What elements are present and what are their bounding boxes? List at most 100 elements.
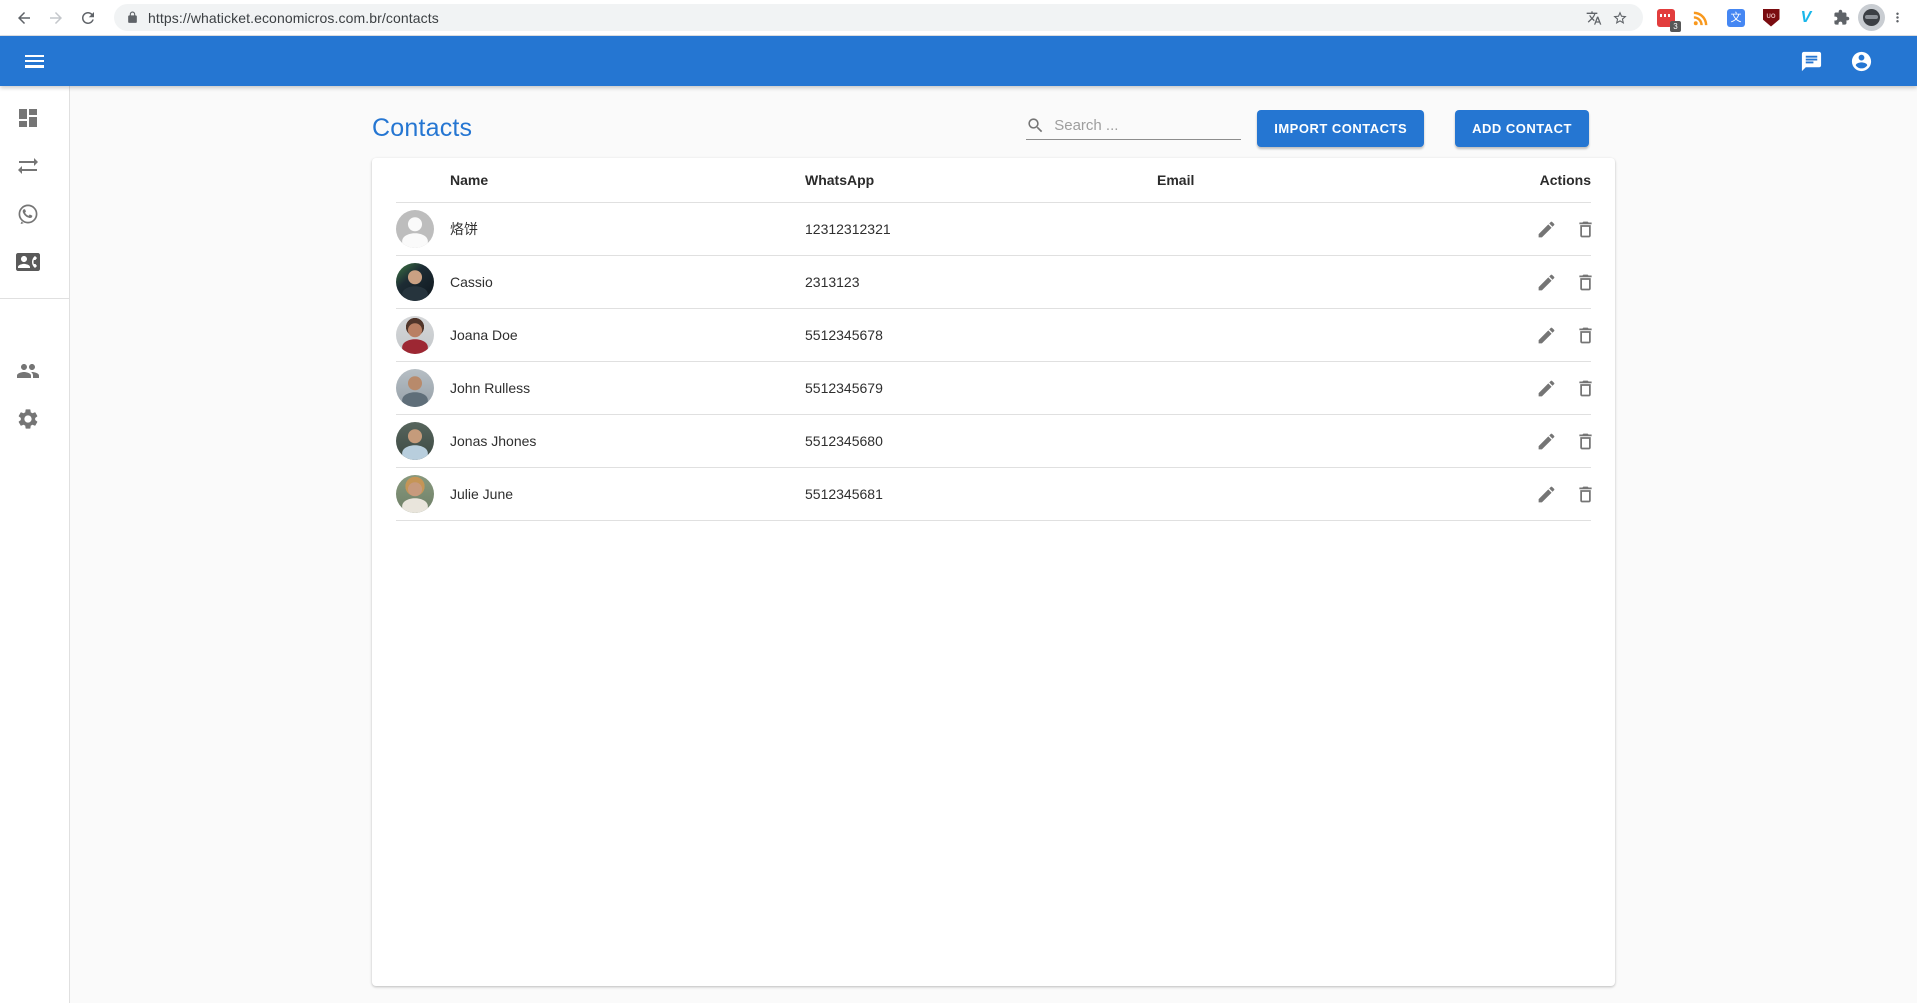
whatsapp-icon <box>16 202 40 226</box>
table-row: Joana Doe 5512345678 <box>396 309 1591 362</box>
search-icon <box>1026 116 1045 135</box>
puzzle-extension-icon <box>1833 9 1850 26</box>
delete-contact-button[interactable] <box>1570 214 1600 244</box>
delete-trash-icon <box>1575 219 1596 240</box>
column-header-actions: Actions <box>1531 172 1591 188</box>
table-header-row: Name WhatsApp Email Actions <box>396 158 1591 203</box>
sidebar <box>0 86 70 1003</box>
delete-contact-button[interactable] <box>1570 479 1600 509</box>
contact-name: Julie June <box>450 486 805 502</box>
edit-pencil-icon <box>1536 272 1557 293</box>
delete-trash-icon <box>1575 272 1596 293</box>
account-circle-icon <box>1850 50 1873 73</box>
edit-pencil-icon <box>1536 484 1557 505</box>
table-row: Jonas Jhones 5512345680 <box>396 415 1591 468</box>
star-icon <box>1612 10 1628 26</box>
extensions-area: 3 文 UO V <box>1655 7 1852 29</box>
edit-contact-button[interactable] <box>1531 373 1561 403</box>
contact-avatar <box>396 316 434 354</box>
contact-name: 烙饼 <box>450 219 805 239</box>
table-row: John Rulless 5512345679 <box>396 362 1591 415</box>
back-button[interactable] <box>10 4 38 32</box>
delete-trash-icon <box>1575 484 1596 505</box>
vimeo-extension-button[interactable]: V <box>1795 7 1817 29</box>
contacts-table-card: Name WhatsApp Email Actions <box>372 158 1615 986</box>
add-contact-button[interactable]: ADD CONTACT <box>1455 110 1589 147</box>
address-bar[interactable]: https://whaticket.economicros.com.br/con… <box>114 4 1643 31</box>
extension-badge: 3 <box>1670 21 1681 32</box>
column-header-name: Name <box>450 172 805 188</box>
browser-menu-button[interactable] <box>1885 4 1909 32</box>
chat-icon <box>1800 50 1823 73</box>
sidebar-item-settings[interactable] <box>0 395 69 443</box>
reload-button[interactable] <box>74 4 102 32</box>
contact-name: Jonas Jhones <box>450 433 805 449</box>
contact-avatar <box>396 422 434 460</box>
contact-avatar <box>396 475 434 513</box>
edit-contact-button[interactable] <box>1531 426 1561 456</box>
bookmark-star-button[interactable] <box>1607 5 1633 31</box>
forward-button[interactable] <box>42 4 70 32</box>
delete-contact-button[interactable] <box>1570 426 1600 456</box>
table-row: 烙饼 12312312321 <box>396 203 1591 256</box>
delete-trash-icon <box>1575 431 1596 452</box>
account-menu-button[interactable] <box>1841 41 1881 81</box>
page-title: Contacts <box>372 114 472 143</box>
edit-contact-button[interactable] <box>1531 320 1561 350</box>
header-actions: IMPORT CONTACTS ADD CONTACT <box>1026 110 1615 147</box>
edit-pencil-icon <box>1536 325 1557 346</box>
translate-page-icon <box>1586 10 1602 26</box>
column-header-email: Email <box>1157 172 1531 188</box>
browser-window: https://whaticket.economicros.com.br/con… <box>0 0 1917 1003</box>
sidebar-toggle-button[interactable] <box>14 41 54 81</box>
rss-extension-button[interactable] <box>1690 7 1712 29</box>
sidebar-item-contacts[interactable] <box>0 238 69 286</box>
edit-contact-button[interactable] <box>1531 214 1561 244</box>
person-silhouette-icon <box>396 210 434 248</box>
contact-whatsapp: 5512345681 <box>805 486 1157 502</box>
red-extension-button[interactable]: 3 <box>1655 7 1677 29</box>
url-text: https://whaticket.economicros.com.br/con… <box>148 10 1581 26</box>
menu-dots-icon <box>1890 10 1905 25</box>
main-content: Contacts IMPORT CONTACTS ADD CONTACT Nam… <box>70 86 1917 1003</box>
connections-icon <box>16 154 40 178</box>
sidebar-item-connections[interactable] <box>0 142 69 190</box>
edit-contact-button[interactable] <box>1531 267 1561 297</box>
edit-contact-button[interactable] <box>1531 479 1561 509</box>
extensions-puzzle-button[interactable] <box>1830 7 1852 29</box>
contact-avatar <box>396 369 434 407</box>
ublock-extension-button[interactable]: UO <box>1760 7 1782 29</box>
contact-avatar <box>396 210 434 248</box>
contact-name: Joana Doe <box>450 327 805 343</box>
dashboard-icon <box>16 106 40 130</box>
users-icon <box>16 359 40 383</box>
delete-contact-button[interactable] <box>1570 320 1600 350</box>
contact-whatsapp: 5512345679 <box>805 380 1157 396</box>
edit-pencil-icon <box>1536 378 1557 399</box>
settings-icon <box>16 407 40 431</box>
sidebar-item-users[interactable] <box>0 347 69 395</box>
delete-contact-button[interactable] <box>1570 373 1600 403</box>
table-row: Julie June 5512345681 <box>396 468 1591 521</box>
back-icon <box>15 9 33 27</box>
delete-trash-icon <box>1575 325 1596 346</box>
delete-contact-button[interactable] <box>1570 267 1600 297</box>
sidebar-item-dashboard[interactable] <box>0 94 69 142</box>
reload-icon <box>79 9 97 27</box>
table-row: Cassio 2313123 <box>396 256 1591 309</box>
translate-extension-icon: 文 <box>1727 9 1745 27</box>
translate-page-button[interactable] <box>1581 5 1607 31</box>
messages-button[interactable] <box>1791 41 1831 81</box>
profile-avatar <box>1863 9 1880 26</box>
ublock-extension-icon: UO <box>1763 9 1780 27</box>
translate-extension-button[interactable]: 文 <box>1725 7 1747 29</box>
delete-trash-icon <box>1575 378 1596 399</box>
contact-name: John Rulless <box>450 380 805 396</box>
browser-toolbar: https://whaticket.economicros.com.br/con… <box>0 0 1917 36</box>
search-input[interactable] <box>1054 117 1241 134</box>
import-contacts-button[interactable]: IMPORT CONTACTS <box>1257 110 1424 147</box>
browser-profile-button[interactable] <box>1858 4 1885 31</box>
edit-pencil-icon <box>1536 431 1557 452</box>
sidebar-item-tickets[interactable] <box>0 190 69 238</box>
contact-whatsapp: 12312312321 <box>805 221 1157 237</box>
